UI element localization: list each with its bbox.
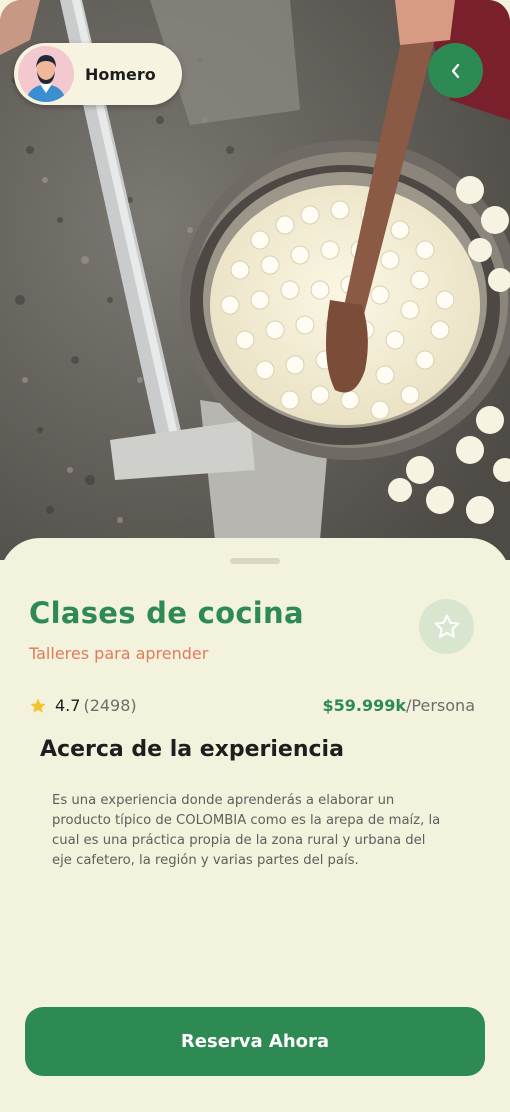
price-unit: /Persona (406, 696, 475, 715)
man-avatar-icon (18, 46, 74, 102)
experience-title: Clases de cocina (29, 596, 304, 630)
reserve-button[interactable]: Reserva Ahora (25, 1007, 485, 1076)
experience-detail-screen: Homero Clases de cocina Talleres para ap… (0, 0, 510, 1112)
details-sheet: Clases de cocina Talleres para aprender … (0, 538, 510, 1112)
price-amount: $59.999k (322, 696, 407, 715)
reviews-count: (2498) (83, 696, 137, 715)
rating: 4.7 (2498) (29, 696, 137, 715)
sheet-drag-handle[interactable] (230, 558, 280, 564)
experience-category: Talleres para aprender (29, 644, 209, 663)
back-button[interactable] (428, 43, 483, 98)
profile-chip[interactable]: Homero (14, 43, 182, 105)
star-outline-icon (434, 614, 459, 638)
favorite-button[interactable] (419, 599, 474, 654)
profile-name: Homero (85, 64, 156, 84)
chevron-left-icon (451, 63, 459, 78)
rating-value: 4.7 (55, 696, 81, 715)
about-description: Es una experiencia donde aprenderás a el… (52, 793, 441, 868)
price: $59.999k/Persona (323, 696, 475, 715)
about-heading: Acerca de la experiencia (40, 737, 344, 762)
star-icon (30, 698, 46, 713)
